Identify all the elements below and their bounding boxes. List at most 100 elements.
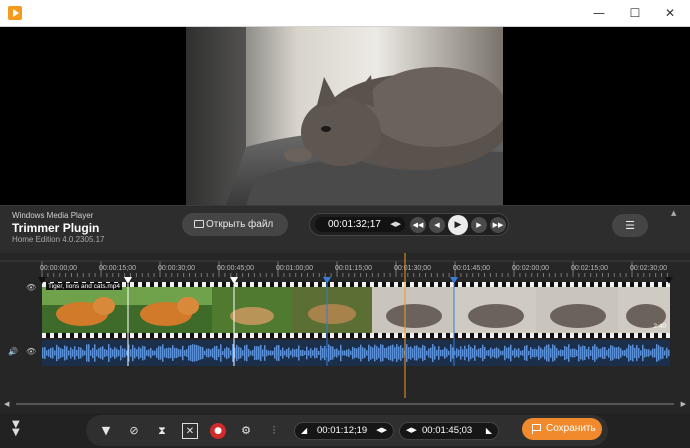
end-time-box[interactable]: ◀▶ 00:01:45;03 ◣ [399,422,499,440]
waveform-bar [42,347,44,359]
start-time-box[interactable]: ◢ 00:01:12;19 ◀▶ [294,422,394,440]
waveform-bar [260,344,262,362]
waveform-bar [184,350,186,356]
folder-icon [194,220,204,228]
waveform-bar [246,344,248,362]
audio-volume-icon[interactable]: 🔊 [8,347,18,356]
waveform-bar [324,345,326,361]
waveform-bar [440,349,442,357]
waveform-bar [148,349,150,357]
waveform-bar [274,347,276,359]
previous-frame-button[interactable]: ◀◀ [410,217,426,233]
minimize-button[interactable]: — [583,0,615,27]
waveform-bar [262,349,264,357]
tick-label: 00:01:00;00 [276,265,313,272]
audio-track-visibility-icon[interactable]: 👁 [26,347,36,356]
end-time-arrows-icon[interactable]: ◀▶ [406,423,417,439]
waveform-bar [488,349,490,357]
waveform-bar [168,347,170,359]
waveform-bar [238,346,240,360]
record-icon[interactable]: ● [210,423,226,439]
settings-gear-icon[interactable]: ⚙ [238,423,254,439]
waveform-bar [292,348,294,358]
waveform-bar [44,347,46,359]
waveform-bar [510,344,512,362]
expand-panel-icon[interactable]: ▼ ▼ [12,420,20,438]
current-time-display[interactable]: 00:01:32;17 ◀▶ [315,217,405,232]
step-back-button[interactable]: ◀ [429,217,445,233]
split-filter-icon[interactable]: ⧗ [154,423,170,439]
waveform-bar [328,344,330,362]
waveform-bar [406,344,408,362]
timeline-ruler[interactable]: 00:00:00;00 00:00:15;00 00:00:30;00 00:0… [0,253,690,283]
waveform-bar [128,344,130,362]
open-file-button[interactable]: Открыть файл [182,213,288,236]
waveform-bar [504,345,506,361]
waveform-bar [538,345,540,361]
time-step-arrows-icon[interactable]: ◀▶ [390,217,401,232]
waveform-bar [436,349,438,357]
waveform-bar [150,347,152,359]
tick-label: 00:02:00;00 [512,265,549,272]
waveform-bar [666,347,668,359]
waveform-bar [194,344,196,362]
video-track-visibility-icon[interactable]: 👁 [26,283,36,292]
waveform-bar [348,348,350,358]
waveform-bar [422,344,424,362]
waveform-bar [320,345,322,361]
waveform-bar [56,344,58,362]
video-preview [0,27,690,205]
waveform-bar [162,344,164,362]
waveform-bar [550,348,552,358]
waveform-bar [100,347,102,359]
waveform-bar [286,349,288,357]
save-button[interactable]: Сохранить [522,418,602,440]
waveform-bar [288,347,290,359]
waveform-bar [456,348,458,358]
waveform-bar [350,350,352,356]
waveform-bar [346,349,348,357]
start-time-arrows-icon[interactable]: ◀▶ [376,423,387,439]
maximize-button[interactable]: ☐ [619,0,651,27]
waveform-graphic [42,344,670,362]
waveform-bar [612,345,614,361]
waveform-bar [112,349,114,357]
next-frame-button[interactable]: ▶▶ [490,217,506,233]
waveform-bar [384,348,386,358]
timeline-scrollbar[interactable]: ◀ ▶ [4,400,686,408]
waveform-bar [210,349,212,357]
close-button[interactable]: ✕ [654,0,686,27]
waveform-bar [202,347,204,359]
waveform-bar [400,345,402,361]
audio-waveform[interactable] [42,340,670,366]
waveform-bar [642,344,644,362]
clip-name: Tiger, lions and cats.mp4 [46,283,123,290]
scroll-right-icon[interactable]: ▶ [681,400,686,408]
equalizer-icon[interactable]: ⫶ [266,423,282,439]
waveform-bar [124,348,126,358]
waveform-bar [68,350,70,356]
waveform-bar [358,347,360,359]
waveform-bar [366,350,368,356]
waveform-bar [592,346,594,360]
waveform-bar [562,350,564,356]
scrollbar-track[interactable] [16,403,674,405]
waveform-bar [540,347,542,359]
timeline: 00:00:00;00 00:00:15;00 00:00:30;00 00:0… [0,253,690,413]
transport-controls: 00:01:32;17 ◀▶ ◀◀ ◀ ▶ ▶ ▶▶ [309,213,509,236]
scroll-left-icon[interactable]: ◀ [4,400,9,408]
waveform-bar [616,347,618,359]
video-track-clip[interactable]: Tiger, lions and cats.mp4 2:40 [42,282,670,338]
step-forward-button[interactable]: ▶ [471,217,487,233]
waveform-bar [600,348,602,358]
remove-filter-icon[interactable]: ⊘ [126,423,142,439]
play-button[interactable]: ▶ [448,215,468,235]
waveform-bar [314,347,316,359]
waveform-bar [408,347,410,359]
cut-fragment-icon[interactable]: ✕ [182,423,198,439]
clip-duration: 2:40 [653,323,666,330]
menu-button[interactable]: ☰ [612,214,648,237]
waveform-bar [344,350,346,356]
collapse-panel-icon[interactable]: ▲ [671,209,676,217]
filter-icon[interactable]: ▼ [98,423,114,439]
